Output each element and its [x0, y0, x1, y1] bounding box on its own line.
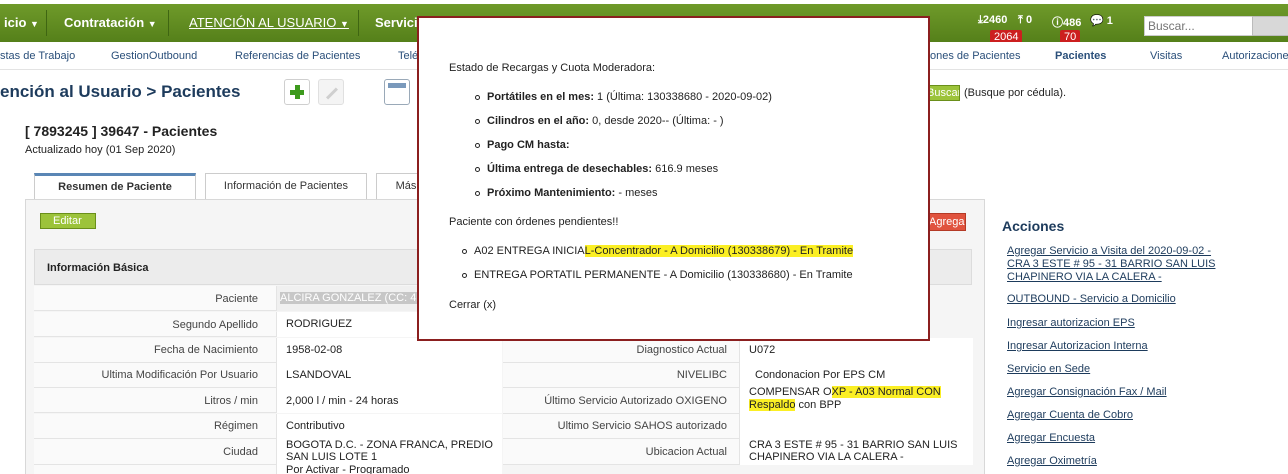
table-row: Ubicacion Actual CRA 3 ESTE # 95 - 31 BA…	[503, 439, 973, 465]
calendar-icon[interactable]	[384, 79, 410, 105]
upload-icon: ⤒	[1018, 14, 1023, 26]
last-oxygen-service-value: COMPENSAR OXP - A03 Normal CON Respaldo …	[749, 386, 941, 411]
table-row: Régimen Contributivo	[34, 414, 502, 439]
subnav-pacientes[interactable]: Pacientes	[1055, 50, 1106, 62]
action-agregar-consignacion[interactable]: Agregar Consignación Fax / Mail	[1007, 386, 1167, 399]
action-ingresar-autorizacion-eps[interactable]: Ingresar autorizacion EPS	[1007, 317, 1135, 330]
bullet-icon	[475, 119, 480, 124]
breadcrumb: ención al Usuario > Pacientes	[0, 82, 241, 101]
close-modal-link[interactable]: Cerrar (x)	[449, 299, 496, 311]
modal-item: Próximo Mantenimiento: - meses	[487, 187, 658, 199]
pending-heading: Paciente con órdenes pendientes!!	[449, 216, 619, 228]
chat-icon: 💬	[1090, 15, 1104, 27]
actions-title: Acciones	[1002, 218, 1065, 234]
upload-counter[interactable]: ⤒ 0	[1018, 14, 1032, 27]
bullet-icon	[475, 191, 480, 196]
subnav-notificaciones-de-pacientes[interactable]: ones de Pacientes	[930, 50, 1021, 62]
tab-resumen-de-paciente[interactable]: Resumen de Paciente	[34, 173, 196, 199]
nav-item-contratacion[interactable]: Contratación ▼	[60, 4, 157, 42]
bullet-icon	[462, 249, 467, 254]
action-agregar-encuesta[interactable]: Agregar Encuesta	[1007, 432, 1095, 445]
action-add-service-visit[interactable]: Agregar Servicio a Visita del 2020-09-02…	[1007, 245, 1211, 258]
nav-separator	[358, 10, 359, 36]
alert-counter[interactable]: ⓘ486	[1052, 14, 1081, 30]
edit-button[interactable]: Editar	[40, 213, 96, 229]
table-row: Por Activar - Programado	[34, 465, 502, 474]
action-servicio-en-sede[interactable]: Servicio en Sede	[1007, 363, 1090, 376]
subnav-listas-de-trabajo[interactable]: stas de Trabajo	[0, 50, 75, 62]
nav-item-atencion-al-usuario[interactable]: ATENCIÓN AL USUARIO ▼	[185, 4, 349, 42]
subnav-gestion-outbound[interactable]: GestionOutbound	[111, 50, 197, 62]
subnav-telefonia[interactable]: Telé	[398, 50, 418, 62]
modal-item: Pago CM hasta:	[487, 139, 570, 151]
chevron-down-icon: ▼	[147, 19, 157, 29]
download-counter[interactable]: ⤓2460	[978, 14, 1007, 27]
table-row: Ultima Modificación Por Usuario LSANDOVA…	[34, 363, 502, 388]
action-agregar-cuenta-de-cobro[interactable]: Agregar Cuenta de Cobro	[1007, 409, 1133, 422]
search-button[interactable]	[1252, 16, 1288, 36]
add-service-button[interactable]: Agregar Servicio	[924, 213, 966, 231]
modal-heading: Estado de Recargas y Cuota Moderadora:	[449, 62, 656, 74]
bullet-icon	[475, 167, 480, 172]
messages-counter[interactable]: 💬 1	[1090, 14, 1113, 27]
subnav-referencias-de-pacientes[interactable]: Referencias de Pacientes	[235, 50, 360, 62]
table-row: Ciudad BOGOTA D.C. - ZONA FRANCA, PREDIO…	[34, 439, 502, 465]
chevron-down-icon: ▼	[30, 19, 39, 29]
recharges-status-modal: Estado de Recargas y Cuota Moderadora: P…	[417, 16, 930, 341]
edit-patient-button[interactable]	[318, 79, 344, 105]
bullet-icon	[475, 95, 480, 100]
tab-informacion-de-pacientes[interactable]: Información de Pacientes	[205, 173, 367, 199]
search-input[interactable]	[1144, 16, 1254, 36]
modal-item: Última entrega de desechables: 616.9 mes…	[487, 163, 719, 175]
cedula-hint: (Busque por cédula).	[964, 87, 1067, 99]
chevron-down-icon: ▼	[340, 19, 349, 29]
patient-name-value: ALCIRA GONZALEZ (CC: 41	[280, 292, 423, 304]
modal-item: Portátiles en el mes: 1 (Última: 1303386…	[487, 91, 772, 103]
pending-order: ENTREGA PORTATIL PERMANENTE - A Domicili…	[474, 269, 853, 281]
table-row: Diagnostico Actual U072	[503, 338, 973, 363]
action-ingresar-autorizacion-interna[interactable]: Ingresar Autorizacion Interna	[1007, 340, 1148, 353]
action-agregar-oximetria[interactable]: Agregar Oximetría	[1007, 455, 1097, 468]
nav-item-inicio[interactable]: icio ▼	[0, 4, 39, 42]
modal-item: Cilindros en el año: 0, desde 2020-- (Úl…	[487, 115, 724, 127]
table-row: Litros / min 2,000 l / min - 24 horas	[34, 388, 502, 413]
action-add-service-visit-address[interactable]: CRA 3 ESTE # 95 - 31 BARRIO SAN LUIS	[1007, 258, 1215, 271]
table-row: Fecha de Nacimiento 1958-02-08	[34, 338, 502, 363]
add-patient-button[interactable]	[284, 79, 310, 105]
pending-order: A02 ENTREGA INICIAL-Concentrador - A Dom…	[474, 245, 854, 257]
table-row: NIVELIBC Condonacion Por EPS CM	[503, 363, 973, 388]
nav-separator	[168, 10, 169, 36]
subnav-visitas[interactable]: Visitas	[1150, 50, 1182, 62]
action-outbound-service[interactable]: OUTBOUND - Servicio a Domicilio	[1007, 293, 1176, 306]
table-row: Ultimo Servicio SAHOS autorizado	[503, 414, 973, 439]
bullet-icon	[475, 143, 480, 148]
table-row: Último Servicio Autorizado OXIGENO COMPE…	[503, 386, 973, 414]
patient-title: [ 7893245 ] 39647 - Pacientes	[25, 123, 218, 139]
nav-separator	[46, 10, 47, 36]
action-add-service-visit-address-2[interactable]: CHAPINERO VIA LA CALERA -	[1007, 271, 1162, 284]
alert-icon: ⓘ	[1052, 17, 1063, 29]
updated-text: Actualizado hoy (01 Sep 2020)	[25, 144, 176, 156]
bullet-icon	[462, 273, 467, 278]
subnav-autorizaciones[interactable]: Autorizacione	[1222, 50, 1288, 62]
